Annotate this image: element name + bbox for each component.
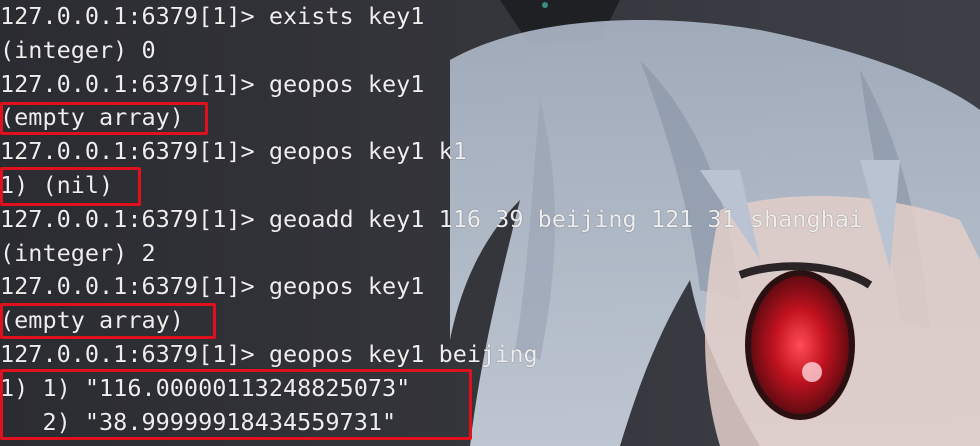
terminal-line: 1) (nil) [0, 170, 114, 199]
terminal-line: 1) 1) "116.00000113248825073" [0, 373, 411, 402]
terminal-line: 127.0.0.1:6379[1]> geopos key1 k1 [0, 137, 467, 166]
terminal-line: 127.0.0.1:6379[1]> geopos key1 [0, 69, 425, 98]
terminal-line: 127.0.0.1:6379[1]> geoadd key1 116 39 be… [0, 204, 864, 233]
terminal-line: 127.0.0.1:6379[1]> exists key1 [0, 2, 425, 30]
terminal-line: (empty array) [0, 103, 184, 132]
terminal-line: (integer) 2 [0, 238, 156, 267]
terminal-line: 2) "38.99999918434559731" [0, 407, 397, 436]
terminal-line: (integer) 0 [0, 35, 156, 64]
terminal-line: 127.0.0.1:6379[1]> geopos key1 [0, 272, 425, 301]
terminal-line: (empty array) [0, 306, 184, 335]
terminal-line: 127.0.0.1:6379[1]> geopos key1 beijing [0, 339, 538, 368]
terminal-output[interactable]: 127.0.0.1:6379[1]> exists key1 (integer)… [0, 0, 863, 439]
